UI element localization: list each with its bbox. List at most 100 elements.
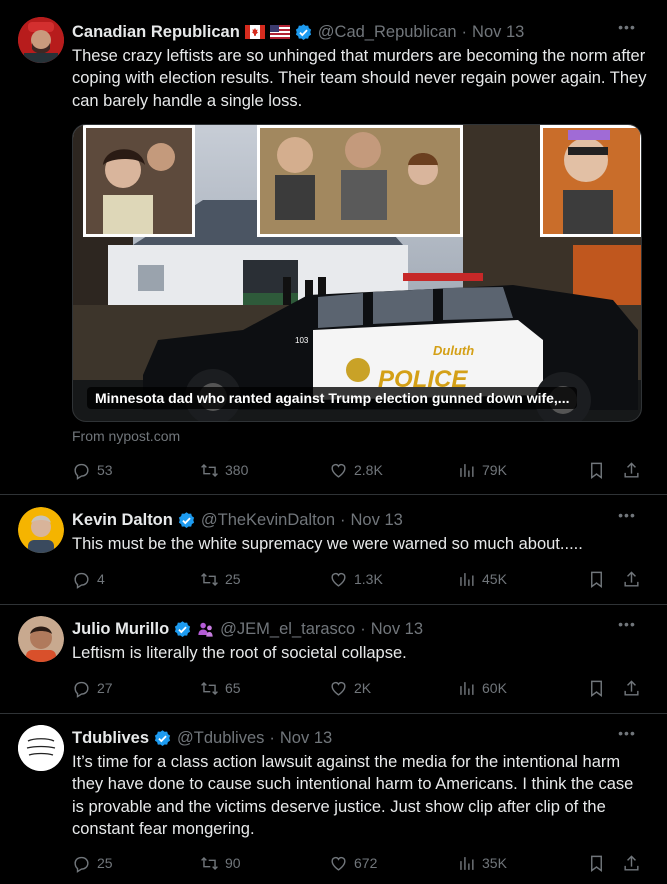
news-photo: POLICE Duluth 103 — [73, 125, 641, 421]
repost-button[interactable]: 90 — [200, 851, 241, 875]
like-icon — [329, 570, 348, 589]
views-button[interactable]: 60K — [457, 676, 507, 700]
repost-count: 90 — [225, 855, 241, 871]
repost-button[interactable]: 380 — [200, 458, 248, 482]
repost-count: 25 — [225, 571, 241, 587]
share-icon — [622, 854, 641, 873]
verified-badge-icon — [294, 23, 313, 42]
like-count: 2.8K — [354, 462, 383, 478]
police-car-city: Duluth — [433, 343, 474, 358]
reply-count: 4 — [97, 571, 105, 587]
view-count: 60K — [482, 680, 507, 696]
like-button[interactable]: 2K — [329, 676, 371, 700]
reply-icon — [72, 679, 91, 698]
handle[interactable]: @Tdublives — [177, 729, 264, 748]
display-name[interactable]: Julio Murillo — [72, 620, 169, 639]
bookmark-icon — [587, 679, 606, 698]
views-button[interactable]: 35K — [457, 851, 507, 875]
timestamp[interactable]: Nov 13 — [371, 620, 423, 639]
timestamp[interactable]: Nov 13 — [472, 23, 524, 42]
tweet-text: It’s time for a class action lawsuit aga… — [72, 753, 634, 838]
reply-button[interactable]: 27 — [72, 676, 113, 700]
more-icon[interactable]: ••• — [617, 508, 637, 530]
reply-icon — [72, 570, 91, 589]
verified-badge-icon — [153, 729, 172, 748]
views-icon — [457, 679, 476, 698]
like-icon — [329, 854, 348, 873]
more-icon[interactable]: ••• — [617, 20, 637, 42]
bookmark-icon — [587, 570, 606, 589]
view-count: 79K — [482, 462, 507, 478]
separator-dot: · — [360, 619, 366, 638]
like-button[interactable]: 672 — [329, 851, 377, 875]
display-name[interactable]: Tdublives — [72, 729, 149, 748]
tweet-4[interactable]: Tdublives @Tdublives · Nov 13 ••• It’s t… — [0, 714, 667, 884]
link-card-image[interactable]: POLICE Duluth 103 Minnesota dad who rant… — [72, 124, 642, 422]
like-icon — [329, 461, 348, 480]
bookmark-button[interactable] — [587, 567, 606, 591]
like-button[interactable]: 1.3K — [329, 567, 383, 591]
separator-dot: · — [269, 728, 275, 747]
link-source[interactable]: From nypost.com — [72, 428, 180, 444]
like-button[interactable]: 2.8K — [329, 458, 383, 482]
handle[interactable]: @Cad_Republican — [318, 23, 457, 42]
timestamp[interactable]: Nov 13 — [280, 729, 332, 748]
repost-icon — [200, 570, 219, 589]
tweet-1[interactable]: Canadian Republican @Cad_Republican · No… — [0, 0, 667, 495]
reply-count: 25 — [97, 855, 113, 871]
bookmark-icon — [587, 854, 606, 873]
views-button[interactable]: 79K — [457, 458, 507, 482]
canada-flag-icon — [244, 25, 265, 39]
people-emoji-icon — [198, 622, 213, 637]
share-button[interactable] — [622, 676, 641, 700]
share-icon — [622, 679, 641, 698]
handle[interactable]: @TheKevinDalton — [201, 511, 335, 530]
share-button[interactable] — [622, 851, 641, 875]
tweet-text: Leftism is literally the root of societa… — [72, 644, 407, 662]
tweet-text: This must be the white supremacy we were… — [72, 535, 583, 553]
like-icon — [329, 679, 348, 698]
reply-count: 27 — [97, 680, 113, 696]
more-icon[interactable]: ••• — [617, 617, 637, 639]
verified-badge-icon — [177, 511, 196, 530]
share-icon — [622, 461, 641, 480]
bookmark-button[interactable] — [587, 676, 606, 700]
views-button[interactable]: 45K — [457, 567, 507, 591]
bookmark-icon — [587, 461, 606, 480]
link-card-caption[interactable]: Minnesota dad who ranted against Trump e… — [87, 387, 578, 409]
bookmark-button[interactable] — [587, 851, 606, 875]
reply-button[interactable]: 25 — [72, 851, 113, 875]
views-icon — [457, 461, 476, 480]
bookmark-button[interactable] — [587, 458, 606, 482]
reply-button[interactable]: 53 — [72, 458, 113, 482]
repost-button[interactable]: 65 — [200, 676, 241, 700]
reply-icon — [72, 461, 91, 480]
avatar[interactable] — [18, 17, 64, 63]
repost-icon — [200, 461, 219, 480]
reply-button[interactable]: 4 — [72, 567, 105, 591]
tweet-3[interactable]: Julio Murillo @JEM_el_tarasco · Nov 13 •… — [0, 605, 667, 714]
share-button[interactable] — [622, 458, 641, 482]
avatar[interactable] — [18, 507, 64, 553]
reply-count: 53 — [97, 462, 113, 478]
verified-badge-icon — [173, 620, 192, 639]
timestamp[interactable]: Nov 13 — [351, 511, 403, 530]
avatar-image — [18, 17, 64, 63]
display-name[interactable]: Canadian Republican — [72, 23, 240, 42]
repost-count: 65 — [225, 680, 241, 696]
tweet-text: These crazy leftists are so unhinged tha… — [72, 47, 647, 110]
police-car-number: 103 — [295, 336, 309, 345]
views-icon — [457, 570, 476, 589]
separator-dot: · — [461, 22, 468, 41]
share-button[interactable] — [622, 567, 641, 591]
handle[interactable]: @JEM_el_tarasco — [220, 620, 355, 639]
more-icon[interactable]: ••• — [617, 726, 637, 748]
tweet-2[interactable]: Kevin Dalton @TheKevinDalton · Nov 13 ••… — [0, 495, 667, 605]
avatar-image — [18, 507, 64, 553]
avatar[interactable] — [18, 725, 64, 771]
repost-icon — [200, 854, 219, 873]
like-count: 2K — [354, 680, 372, 696]
repost-button[interactable]: 25 — [200, 567, 241, 591]
display-name[interactable]: Kevin Dalton — [72, 511, 173, 530]
avatar[interactable] — [18, 616, 64, 662]
